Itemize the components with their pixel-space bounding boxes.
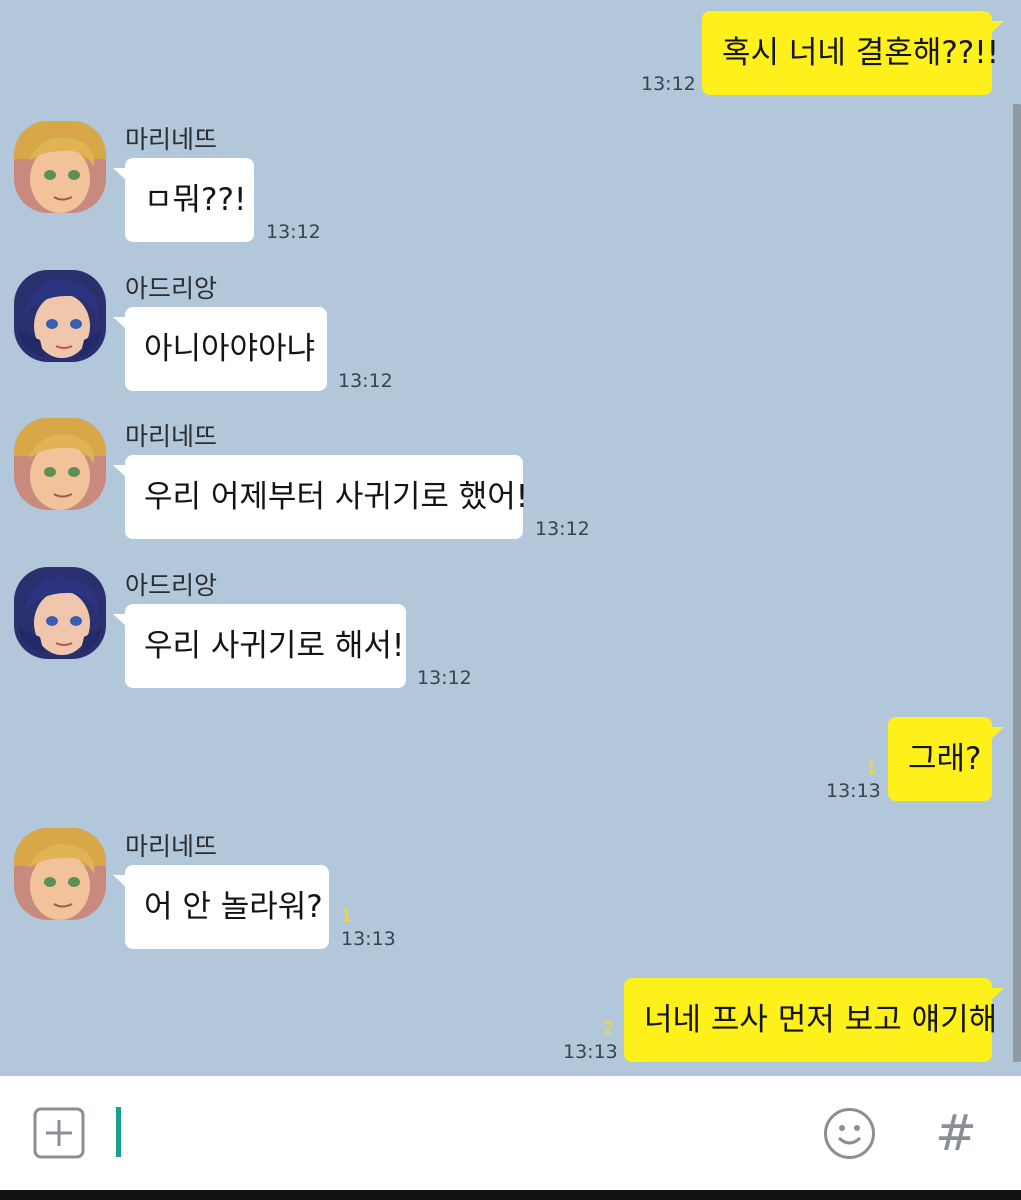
blonde-boy-avatar[interactable]: [14, 121, 106, 213]
sender-name: 마리네뜨: [125, 832, 218, 861]
message-time: 13:12: [338, 370, 393, 392]
unread-count: 1: [341, 906, 352, 926]
sender-name: 마리네뜨: [125, 422, 218, 451]
unread-count: 1: [866, 758, 877, 778]
message-time: 13:12: [641, 73, 696, 95]
incoming-message-bubble[interactable]: 우리 어제부터 사귀기로 했어!: [113, 455, 528, 539]
outgoing-message-bubble[interactable]: 혹시 너네 결혼해??!!: [702, 11, 1004, 95]
blonde-boy-avatar[interactable]: [14, 828, 106, 920]
incoming-message-bubble[interactable]: 아니아야아냐: [113, 307, 327, 391]
message-time: 13:12: [417, 667, 472, 689]
system-nav-strip: [0, 1190, 1021, 1200]
message-input[interactable]: [130, 1104, 794, 1164]
unread-count: 2: [603, 1019, 614, 1039]
message-time: 13:13: [563, 1041, 618, 1063]
incoming-message-bubble[interactable]: 우리 사귀기로 해서!: [113, 604, 406, 688]
blue-hair-girl-avatar[interactable]: [14, 567, 106, 659]
sender-name: 아드리앙: [125, 571, 218, 600]
message-time: 13:12: [266, 221, 321, 243]
plus-icon[interactable]: [33, 1107, 85, 1159]
chat-message-list[interactable]: 13:12 혹시 너네 결혼해??!! 마리네뜨 ㅁ뭐??! 13:12 아드리…: [0, 0, 1021, 1076]
outgoing-message-bubble[interactable]: 그래?: [888, 717, 1004, 801]
incoming-message-bubble[interactable]: ㅁ뭐??!: [113, 158, 254, 242]
sender-name: 아드리앙: [125, 274, 218, 303]
hashtag-icon[interactable]: #: [934, 1104, 978, 1162]
hashtag-glyph: #: [935, 1106, 977, 1160]
sender-name: 마리네뜨: [125, 125, 218, 154]
emoji-icon[interactable]: [823, 1107, 876, 1160]
scrollbar[interactable]: [1013, 104, 1021, 1062]
message-input-bar: #: [0, 1076, 1021, 1190]
incoming-message-bubble[interactable]: 어 안 놀라워?: [113, 865, 329, 949]
message-time: 13:12: [535, 518, 590, 540]
outgoing-message-bubble[interactable]: 너네 프사 먼저 보고 얘기해: [624, 978, 1004, 1062]
text-cursor: [116, 1107, 121, 1157]
message-time: 13:13: [826, 780, 881, 802]
message-time: 13:13: [341, 928, 396, 950]
blonde-boy-avatar[interactable]: [14, 418, 106, 510]
blue-hair-girl-avatar[interactable]: [14, 270, 106, 362]
